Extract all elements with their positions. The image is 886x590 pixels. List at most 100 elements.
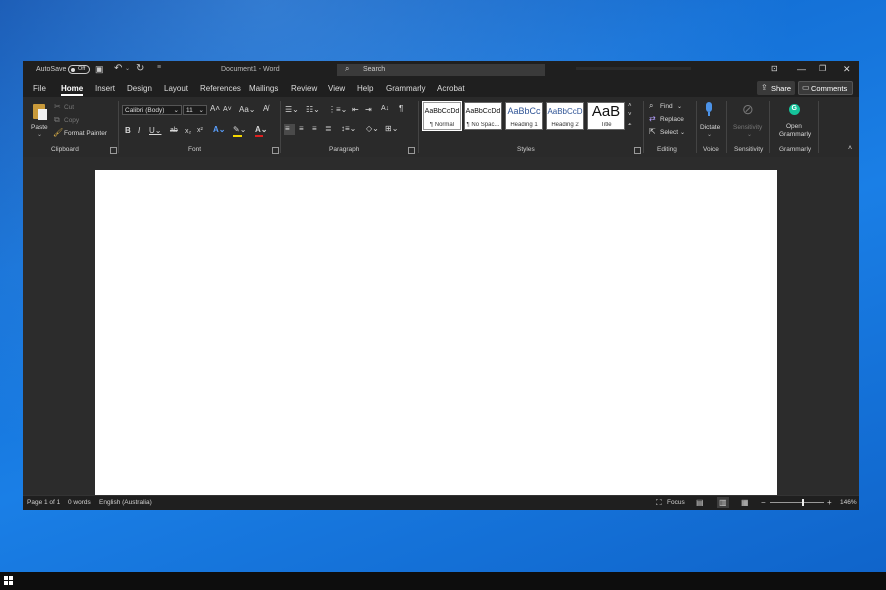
justify-icon[interactable]: ≣: [325, 125, 332, 133]
format-painter-icon[interactable]: 🖌: [53, 129, 63, 137]
sort-icon[interactable]: A↓: [381, 105, 389, 113]
font-color-icon[interactable]: A⌄: [255, 126, 267, 134]
text-effects-icon[interactable]: A⌄: [213, 126, 225, 134]
bullets-icon[interactable]: ☰⌄: [285, 106, 299, 114]
share-button[interactable]: ⇪ Share: [757, 81, 795, 95]
grow-font-icon[interactable]: A˄: [210, 105, 220, 113]
select-label[interactable]: Select: [660, 129, 678, 136]
windows-start-icon[interactable]: [4, 576, 14, 586]
collapse-ribbon-icon[interactable]: ˄: [848, 145, 852, 153]
ribbon-display-options-icon[interactable]: ⊡: [771, 64, 778, 73]
shrink-font-icon[interactable]: A˅: [223, 106, 232, 114]
read-mode-icon[interactable]: ▤: [696, 498, 704, 507]
redo-icon[interactable]: ↻: [136, 63, 144, 74]
dictate-label[interactable]: Dictate: [700, 124, 720, 131]
sensitivity-dropdown-icon[interactable]: ⌄: [747, 131, 752, 138]
underline-icon[interactable]: U⌄: [149, 127, 161, 135]
tab-design[interactable]: Design: [127, 84, 152, 93]
style-normal[interactable]: AaBbCcDd ¶ Normal: [422, 101, 462, 131]
increase-indent-icon[interactable]: ⇥: [365, 106, 372, 114]
paragraph-launcher-icon[interactable]: [408, 147, 415, 154]
align-right-icon[interactable]: ≡: [312, 125, 317, 133]
zoom-slider-track[interactable]: [770, 502, 824, 503]
zoom-in-icon[interactable]: +: [827, 498, 832, 507]
replace-icon[interactable]: ⇄: [649, 115, 656, 123]
style-no-spacing[interactable]: AaBbCcDd ¶ No Spac...: [464, 102, 502, 130]
tab-mailings[interactable]: Mailings: [249, 84, 278, 93]
change-case-icon[interactable]: Aa⌄: [239, 106, 256, 114]
strikethrough-icon[interactable]: ab: [170, 127, 178, 135]
font-launcher-icon[interactable]: [272, 147, 279, 154]
select-dropdown-icon[interactable]: ⌄: [680, 129, 685, 136]
style-heading-1[interactable]: AaBbCc Heading 1: [505, 102, 543, 130]
zoom-level[interactable]: 146%: [840, 499, 857, 506]
tab-acrobat[interactable]: Acrobat: [437, 84, 465, 93]
superscript-icon[interactable]: x²: [197, 127, 203, 135]
zoom-slider-thumb[interactable]: [802, 499, 805, 506]
bold-icon[interactable]: B: [125, 127, 131, 135]
restore-icon[interactable]: ❐: [819, 64, 826, 73]
dictate-dropdown-icon[interactable]: ⌄: [707, 131, 712, 138]
autosave-toggle[interactable]: Off: [68, 65, 90, 74]
font-family-combo[interactable]: Calibri (Body) ⌄: [122, 105, 182, 115]
comments-button[interactable]: ▭ Comments: [798, 81, 853, 95]
zoom-out-icon[interactable]: −: [761, 498, 766, 507]
open-grammarly-label-2[interactable]: Grammarly: [779, 131, 811, 138]
customize-toolbar-icon[interactable]: ≡: [157, 64, 161, 71]
print-layout-button[interactable]: ▥: [717, 497, 729, 508]
tab-grammarly[interactable]: Grammarly: [386, 84, 426, 93]
word-count[interactable]: 0 words: [68, 499, 91, 506]
web-layout-icon[interactable]: ▦: [741, 498, 749, 507]
format-painter-label[interactable]: Format Painter: [64, 130, 107, 137]
tab-review[interactable]: Review: [291, 84, 317, 93]
document-page[interactable]: [95, 170, 777, 495]
subscript-icon[interactable]: x₂: [185, 128, 191, 136]
styles-more-icon[interactable]: ⩡: [628, 121, 631, 129]
copy-icon[interactable]: ⧉: [54, 116, 60, 124]
cut-icon[interactable]: ✂: [54, 103, 61, 111]
tab-home[interactable]: Home: [61, 84, 84, 96]
highlight-icon[interactable]: ✎⌄: [233, 126, 246, 134]
tab-help[interactable]: Help: [357, 84, 373, 93]
tab-references[interactable]: References: [200, 84, 241, 93]
cut-label[interactable]: Cut: [64, 104, 74, 111]
undo-dropdown-icon[interactable]: ⌄: [125, 65, 130, 72]
decrease-indent-icon[interactable]: ⇤: [352, 106, 359, 114]
tab-layout[interactable]: Layout: [164, 84, 188, 93]
find-label[interactable]: Find: [660, 103, 673, 110]
language-indicator[interactable]: English (Australia): [99, 499, 152, 506]
copy-label[interactable]: Copy: [64, 117, 79, 124]
undo-icon[interactable]: ↶: [114, 63, 122, 74]
tab-view[interactable]: View: [328, 84, 345, 93]
page-count[interactable]: Page 1 of 1: [27, 499, 60, 506]
close-icon[interactable]: ✕: [843, 64, 851, 75]
numbering-icon[interactable]: ☷⌄: [306, 106, 320, 114]
align-center-icon[interactable]: ≡: [299, 125, 304, 133]
tab-file[interactable]: File: [33, 84, 46, 93]
replace-label[interactable]: Replace: [660, 116, 684, 123]
show-formatting-icon[interactable]: ¶: [399, 105, 403, 113]
multilevel-list-icon[interactable]: ⋮≡⌄: [328, 106, 347, 114]
dictate-button[interactable]: [704, 101, 714, 117]
styles-scroll-down-icon[interactable]: ˅: [628, 111, 632, 119]
select-icon[interactable]: ⇱: [649, 128, 656, 136]
focus-label[interactable]: Focus: [667, 499, 685, 506]
grammarly-icon[interactable]: G: [789, 104, 800, 115]
clipboard-launcher-icon[interactable]: [110, 147, 117, 154]
find-icon[interactable]: ⌕: [649, 102, 653, 110]
save-icon[interactable]: ▣: [95, 64, 104, 75]
shading-icon[interactable]: ◇⌄: [366, 125, 379, 133]
style-title[interactable]: AaB Title: [587, 102, 625, 130]
sensitivity-icon[interactable]: ⊘: [742, 102, 754, 116]
clear-formatting-icon[interactable]: A̸: [263, 105, 268, 113]
open-grammarly-label-1[interactable]: Open: [786, 123, 802, 130]
tab-insert[interactable]: Insert: [95, 84, 115, 93]
minimize-icon[interactable]: —: [797, 64, 806, 74]
focus-icon[interactable]: ⛶: [656, 498, 662, 508]
styles-launcher-icon[interactable]: [634, 147, 641, 154]
paste-button[interactable]: [31, 103, 49, 121]
style-heading-2[interactable]: AaBbCcD Heading 2: [546, 102, 584, 130]
italic-icon[interactable]: I: [138, 127, 140, 135]
borders-icon[interactable]: ⊞⌄: [385, 125, 398, 133]
paste-dropdown-icon[interactable]: ⌄: [37, 131, 42, 138]
